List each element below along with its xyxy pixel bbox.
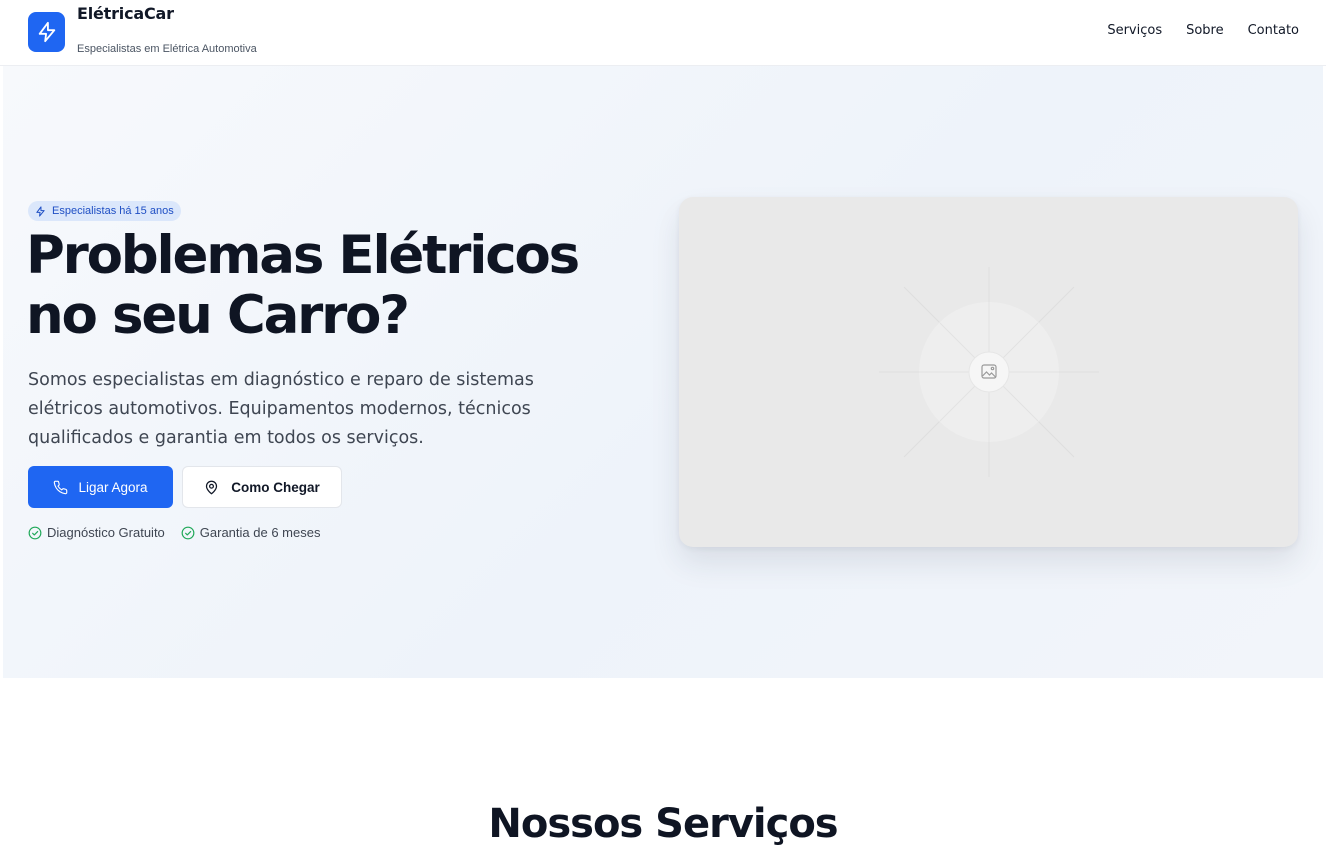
hero-title-line-1: Problemas Elétricos (26, 225, 580, 286)
brand-name[interactable]: ElétricaCar (77, 4, 174, 23)
check-circle-icon (181, 526, 195, 539)
experience-badge: Especialistas há 15 anos (28, 201, 181, 221)
hero-title: Problemas Elétricos no seu Carro? (26, 226, 666, 346)
directions-button[interactable]: Como Chegar (182, 466, 342, 508)
nav-link-contato[interactable]: Contato (1248, 23, 1299, 38)
feature-list: Diagnóstico Gratuito Garantia de 6 meses (28, 525, 320, 540)
call-now-label: Ligar Agora (78, 479, 148, 495)
badge-label: Especialistas há 15 anos (52, 205, 174, 217)
call-now-button[interactable]: Ligar Agora (28, 466, 173, 508)
hero-description: Somos especialistas em diagnóstico e rep… (28, 370, 534, 448)
feature-item: Garantia de 6 meses (181, 525, 321, 540)
directions-label: Como Chegar (231, 479, 320, 495)
hero-image-placeholder (679, 197, 1298, 547)
main-nav: Serviços Sobre Contato (1107, 23, 1299, 38)
map-pin-icon (206, 480, 218, 494)
lightning-icon (36, 205, 45, 217)
hero-title-line-2: no seu Carro? (26, 285, 410, 346)
services-section-title: Nossos Serviços (488, 801, 838, 847)
site-header: ElétricaCar Especialistas em Elétrica Au… (0, 0, 1326, 66)
check-circle-icon (28, 526, 42, 539)
logo[interactable] (28, 12, 65, 52)
feature-item: Diagnóstico Gratuito (28, 525, 165, 540)
phone-icon (54, 480, 68, 494)
image-placeholder-graphic (879, 267, 1099, 477)
lightning-icon (38, 21, 55, 43)
brand-tagline: Especialistas em Elétrica Automotiva (77, 43, 257, 55)
feature-label: Diagnóstico Gratuito (47, 525, 165, 540)
nav-link-servicos[interactable]: Serviços (1107, 23, 1162, 38)
nav-link-sobre[interactable]: Sobre (1186, 23, 1224, 38)
feature-label: Garantia de 6 meses (199, 525, 321, 540)
